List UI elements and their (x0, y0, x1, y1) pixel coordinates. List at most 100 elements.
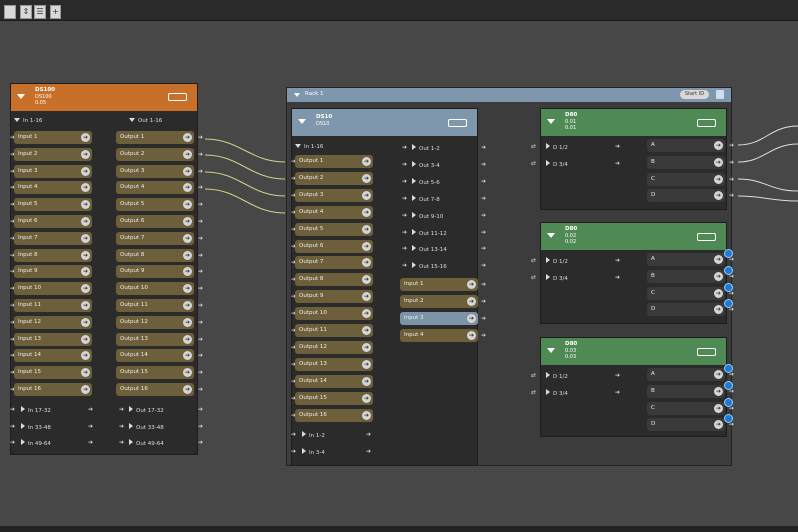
arrow-right-icon[interactable]: ➔ (714, 420, 723, 430)
output-pin[interactable]: ➔ (198, 336, 204, 343)
arrow-right-icon[interactable]: ➔ (81, 351, 90, 361)
ds100-in-group-collapsed[interactable]: In 49-64 (21, 439, 51, 447)
ds10-out-group[interactable]: Out 5-6 (412, 177, 440, 186)
d80-output-channel[interactable]: A ➔ (647, 368, 725, 381)
arrow-right-icon[interactable]: ➔ (714, 386, 723, 396)
ds100-out-group-collapsed[interactable]: Out 49-64 (129, 439, 164, 447)
output-pin[interactable]: ➔ (729, 143, 735, 149)
output-pin[interactable]: ➔ (729, 176, 735, 183)
output-pin[interactable]: ➔ (729, 372, 735, 378)
ds100-input-channel[interactable]: Input 9 ➔ (14, 265, 92, 279)
ds100-input-channel[interactable]: Input 11 ➔ (14, 299, 92, 312)
arrow-right-icon[interactable]: ➔ (183, 250, 192, 260)
ds100-input-channel[interactable]: Input 6 ➔ (14, 215, 92, 228)
d80-input-pair[interactable]: D 3/4 (546, 159, 568, 168)
link-icon[interactable]: ⇄ (531, 274, 536, 281)
output-pin[interactable]: ➔ (198, 440, 204, 446)
collapse-icon[interactable] (298, 119, 306, 124)
arrow-right-icon[interactable]: ➔ (81, 301, 90, 310)
arrow-right-icon[interactable]: ➔ (183, 368, 192, 378)
ds10-input-channel[interactable]: Input 1 ➔ (400, 278, 478, 291)
arrow-right-icon[interactable]: ➔ (362, 393, 371, 403)
ds100-input-channel[interactable]: Input 3 ➔ (14, 164, 92, 178)
arrow-right-icon[interactable]: ➔ (402, 246, 408, 252)
arrow-right-icon[interactable]: ➔ (183, 200, 192, 210)
ds100-output-channel[interactable]: Output 14 ➔ (116, 349, 194, 363)
arrow-right-icon[interactable]: ➔ (362, 190, 371, 200)
arrow-right-icon[interactable]: ➔ (362, 342, 371, 352)
arrow-right-icon[interactable]: ➔ (81, 149, 90, 159)
collapse-icon[interactable] (547, 348, 555, 353)
output-pin[interactable]: ➔ (729, 193, 735, 199)
output-pin[interactable]: ➔ (481, 246, 487, 252)
ds100-node[interactable]: DS100 DS100 0.05 In 1-16 Out 1-16 ➔ Input… (10, 83, 203, 455)
arrow-right-icon[interactable]: ➔ (402, 178, 408, 185)
arrow-right-icon[interactable]: ➔ (119, 423, 125, 430)
rack-header[interactable]: Rack 1 Start ID (287, 88, 731, 102)
arrow-right-icon[interactable]: ➔ (615, 160, 621, 167)
ds10-output-channel[interactable]: Output 7 ➔ (295, 256, 373, 270)
d80-output-channel[interactable]: D ➔ (647, 189, 725, 203)
arrow-right-icon[interactable]: ➔ (362, 241, 371, 251)
ds100-input-channel[interactable]: Input 10 ➔ (14, 282, 92, 296)
arrow-right-icon[interactable]: ➔ (183, 351, 192, 361)
output-pin[interactable]: ➔ (198, 168, 204, 175)
arrow-right-icon[interactable]: ➔ (615, 389, 621, 396)
output-pin[interactable]: ➔ (481, 315, 487, 322)
patch-canvas[interactable]: DS100 DS100 0.05 In 1-16 Out 1-16 ➔ Input… (0, 21, 798, 526)
output-pin[interactable]: ➔ (481, 263, 487, 269)
arrow-right-icon[interactable]: ➔ (81, 133, 90, 142)
arrow-right-icon[interactable]: ➔ (366, 448, 372, 455)
ds10-node[interactable]: DS10 DS10 In 1-16 ➔ Output 1 ➔ ➔ Output 2 ➔ ➔ O… (291, 108, 486, 466)
d80-input-pair[interactable]: D 3/4 (546, 273, 568, 282)
input-pin[interactable]: ➔ (10, 440, 16, 446)
arrow-right-icon[interactable]: ➔ (183, 217, 192, 226)
d80-output-channel[interactable]: C ➔ (647, 172, 725, 186)
collapse-icon[interactable] (547, 233, 555, 238)
link-icon[interactable]: ⇄ (531, 257, 536, 264)
d80-output-channel[interactable]: D ➔ (647, 303, 725, 317)
arrow-right-icon[interactable]: ➔ (183, 334, 192, 344)
arrow-right-icon[interactable]: ➔ (366, 432, 372, 438)
arrow-right-icon[interactable]: ➔ (183, 317, 192, 327)
arrow-right-icon[interactable]: ➔ (81, 317, 90, 327)
output-pin[interactable]: ➔ (481, 282, 487, 288)
ds100-input-channel[interactable]: Input 5 ➔ (14, 198, 92, 212)
input-pin[interactable]: ➔ (291, 432, 297, 438)
output-pin[interactable]: ➔ (481, 145, 487, 151)
output-pin[interactable]: ➔ (198, 319, 204, 326)
arrow-right-icon[interactable]: ➔ (81, 233, 90, 243)
output-pin[interactable]: ➔ (481, 212, 487, 219)
output-pin[interactable]: ➔ (198, 387, 204, 393)
d80-header[interactable]: D80 0.03 0.03 (541, 338, 726, 365)
ds10-in-group-collapsed[interactable]: In 1-2 (302, 431, 325, 439)
ds10-output-channel[interactable]: Output 9 ➔ (295, 290, 373, 304)
arrow-right-icon[interactable]: ➔ (183, 267, 192, 277)
output-pin[interactable]: ➔ (198, 423, 204, 430)
ds10-output-channel[interactable]: Output 5 ➔ (295, 222, 373, 236)
ds10-input-channel[interactable]: Input 3 ➔ (400, 311, 478, 325)
arrow-right-icon[interactable]: ➔ (615, 373, 621, 379)
output-pin[interactable]: ➔ (198, 370, 204, 376)
input-pin[interactable]: ➔ (291, 448, 297, 455)
d80-node[interactable]: D80 0.01 0.01 ⇄ D 1/2 ➔ ⇄ D 3/4 ➔ A ➔ ➔ B ➔ ➔ C ➔ ➔ D ➔ ➔ (531, 108, 734, 210)
arrow-right-icon[interactable]: ➔ (81, 368, 90, 378)
output-pin[interactable]: ➔ (198, 135, 204, 141)
ds10-output-channel[interactable]: Output 14 ➔ (295, 374, 373, 388)
arrow-right-icon[interactable]: ➔ (467, 330, 476, 340)
ds100-output-channel[interactable]: Output 9 ➔ (116, 265, 194, 279)
ds100-input-channel[interactable]: Input 4 ➔ (14, 181, 92, 195)
ds100-out-group-collapsed[interactable]: Out 17-32 (129, 406, 164, 414)
ds100-output-channel[interactable]: Output 13 ➔ (116, 332, 194, 346)
d80-input-pair[interactable]: D 3/4 (546, 388, 568, 397)
arrow-right-icon[interactable]: ➔ (362, 376, 371, 386)
arrow-right-icon[interactable]: ➔ (402, 161, 408, 168)
output-pin[interactable]: ➔ (198, 202, 204, 208)
ds100-output-channel[interactable]: Output 1 ➔ (116, 131, 194, 144)
arrow-right-icon[interactable]: ➔ (119, 440, 125, 446)
arrow-right-icon[interactable]: ➔ (88, 407, 94, 413)
arrow-right-icon[interactable]: ➔ (402, 195, 408, 202)
output-pin[interactable]: ➔ (729, 159, 735, 166)
ds10-output-channel[interactable]: Output 8 ➔ (295, 273, 373, 287)
collapse-icon[interactable] (547, 119, 555, 124)
